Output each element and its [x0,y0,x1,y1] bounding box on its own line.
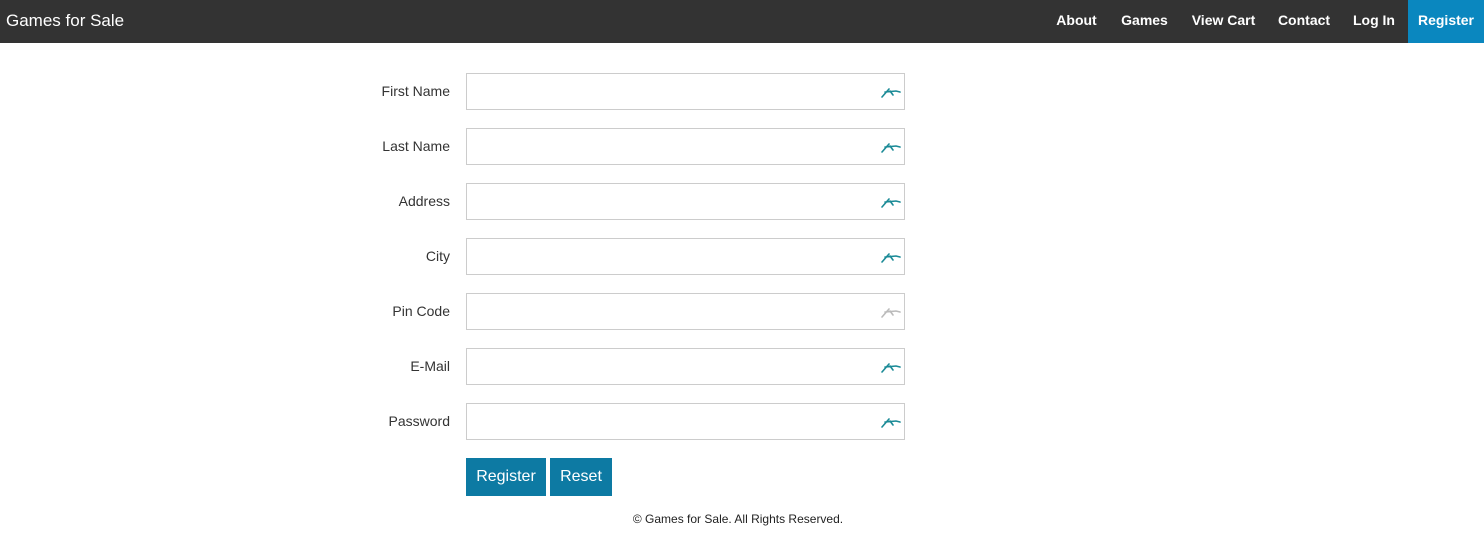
password-label: Password [388,413,450,429]
nav-contact-link[interactable]: Contact [1269,0,1339,43]
site-brand-link[interactable]: Games for Sale [6,0,124,43]
first-name-input[interactable] [466,73,905,110]
first-name-label: First Name [381,83,450,99]
nav-about-link[interactable]: About [1046,0,1107,43]
pin-code-input[interactable] [466,293,905,330]
autofill-icon[interactable] [880,193,902,210]
autofill-icon[interactable] [880,83,902,100]
last-name-label: Last Name [382,138,450,154]
reset-button[interactable]: Reset [550,458,612,496]
city-input[interactable] [466,238,905,275]
autofill-icon[interactable] [880,358,902,375]
autofill-icon[interactable] [880,248,902,265]
footer-copyright: © Games for Sale. All Rights Reserved. [632,512,844,526]
nav-register-link[interactable]: Register [1408,0,1484,43]
nav-login-link[interactable]: Log In [1344,0,1404,43]
city-label: City [425,248,450,264]
address-row: Address [0,183,1484,220]
last-name-input[interactable] [466,128,905,165]
email-label: E-Mail [410,358,450,374]
nav-games-link[interactable]: Games [1111,0,1178,43]
pin-code-label: Pin Code [392,303,450,319]
password-input[interactable] [466,403,905,440]
top-navbar: Games for Sale About Games View Cart Con… [0,0,1484,43]
email-input[interactable] [466,348,905,385]
autofill-icon[interactable] [880,303,902,320]
city-row: City [0,238,1484,275]
nav-view-cart-link[interactable]: View Cart [1183,0,1264,43]
address-input[interactable] [466,183,905,220]
first-name-row: First Name [0,73,1484,110]
register-button[interactable]: Register [466,458,546,496]
password-row: Password [0,403,1484,440]
address-label: Address [398,193,450,209]
autofill-icon[interactable] [880,413,902,430]
email-row: E-Mail [0,348,1484,385]
last-name-row: Last Name [0,128,1484,165]
autofill-icon[interactable] [880,138,902,155]
pin-code-row: Pin Code [0,293,1484,330]
